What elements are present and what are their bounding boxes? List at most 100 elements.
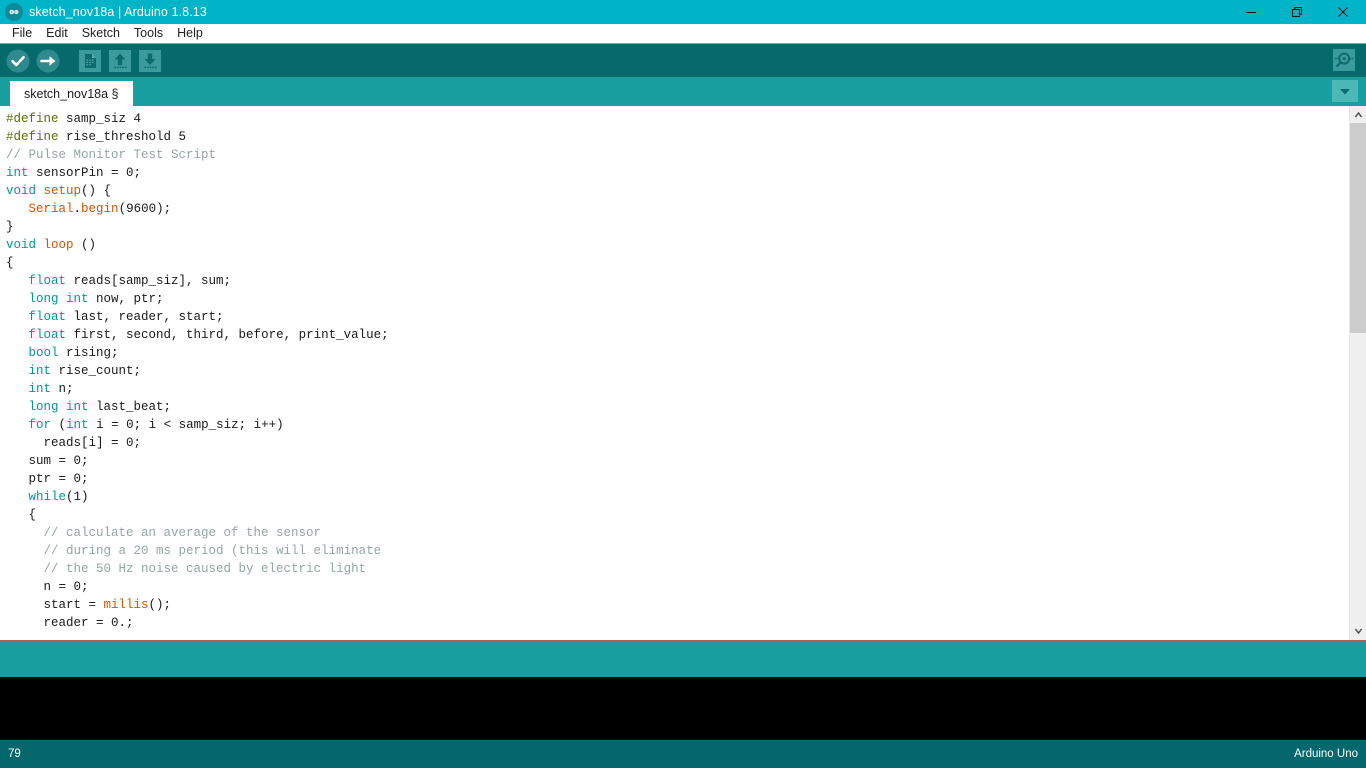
code-token: reads[samp_siz], sum; [66, 274, 232, 288]
code-line: int n; [6, 380, 1349, 398]
chevron-down-icon [1354, 628, 1362, 635]
minimize-icon [1246, 11, 1256, 14]
code-editor[interactable]: #define samp_siz 4 #define rise_threshold… [0, 106, 1349, 640]
code-line: float reads[samp_siz], sum; [6, 272, 1349, 290]
code-line: // during a 20 ms period (this will elim… [6, 542, 1349, 560]
code-line: // calculate an average of the sensor [6, 524, 1349, 542]
tab-sketch-nov18a[interactable]: sketch_nov18a § [10, 81, 133, 106]
code-token: samp_siz 4 [58, 112, 142, 126]
code-line: ptr = 0; [6, 470, 1349, 488]
code-line: // the 50 Hz noise caused by electric li… [6, 560, 1349, 578]
code-token: reads[i] = 0; [6, 436, 142, 450]
check-circle-icon [6, 49, 30, 72]
status-bar: 79 Arduino Uno [0, 740, 1366, 768]
menu-item-tools[interactable]: Tools [127, 24, 170, 43]
restore-icon [1291, 6, 1303, 18]
code-token: (9600); [118, 202, 172, 216]
code-token: // Pulse Monitor Test Script [6, 148, 217, 162]
code-line: sum = 0; [6, 452, 1349, 470]
scrollbar-track[interactable] [1350, 123, 1366, 623]
code-token: long int [28, 292, 89, 306]
menu-item-file[interactable]: File [5, 24, 39, 43]
scrollbar-thumb[interactable] [1350, 123, 1366, 333]
code-line: void loop () [6, 236, 1349, 254]
code-token: sum = 0; [6, 454, 89, 468]
arrow-down-save-icon [139, 49, 161, 72]
code-token: () [73, 238, 97, 252]
maximize-button[interactable] [1274, 0, 1320, 24]
code-content: #define samp_siz 4 #define rise_threshold… [6, 110, 1349, 632]
code-token: float [28, 274, 67, 288]
menu-bar: File Edit Sketch Tools Help [0, 24, 1366, 44]
code-token: int [28, 364, 52, 378]
menu-item-edit[interactable]: Edit [39, 24, 75, 43]
code-token: n = 0; [6, 580, 89, 594]
code-token: } [6, 220, 14, 234]
code-token: float [28, 310, 67, 324]
code-token: Serial [28, 202, 74, 216]
code-token: ptr = 0; [6, 472, 89, 486]
code-line: reader = 0.; [6, 614, 1349, 632]
code-line: #define rise_threshold 5 [6, 128, 1349, 146]
code-line: long int last_beat; [6, 398, 1349, 416]
verify-button[interactable] [4, 47, 32, 75]
code-token: (1) [66, 490, 89, 504]
code-line: #define samp_siz 4 [6, 110, 1349, 128]
code-token: i = 0; i < samp_siz; i++) [88, 418, 284, 432]
code-token: first, second, third, before, print_valu… [66, 328, 389, 342]
editor-vertical-scrollbar[interactable] [1349, 106, 1366, 640]
tab-label: sketch_nov18a § [24, 86, 119, 101]
new-file-icon [79, 49, 101, 72]
code-token: // during a 20 ms period (this will elim… [43, 544, 382, 558]
scroll-down-button[interactable] [1350, 623, 1366, 640]
code-token: millis [103, 598, 149, 612]
minimize-button[interactable] [1228, 0, 1274, 24]
console-output[interactable] [0, 677, 1366, 740]
new-sketch-button[interactable] [76, 47, 104, 75]
code-token: last_beat; [88, 400, 172, 414]
close-button[interactable] [1320, 0, 1366, 24]
code-line: float last, reader, start; [6, 308, 1349, 326]
tab-bar: sketch_nov18a § [0, 77, 1366, 106]
chevron-up-icon [1354, 111, 1362, 118]
code-token: float [28, 328, 67, 342]
editor-area: #define samp_siz 4 #define rise_threshold… [0, 106, 1366, 640]
code-token: { [6, 256, 14, 270]
toolbar [0, 44, 1366, 77]
code-line: Serial.begin(9600); [6, 200, 1349, 218]
code-line: bool rising; [6, 344, 1349, 362]
code-line: n = 0; [6, 578, 1349, 596]
menu-item-help[interactable]: Help [170, 24, 210, 43]
code-line: int rise_count; [6, 362, 1349, 380]
scroll-up-button[interactable] [1350, 106, 1366, 123]
code-token: void [6, 238, 37, 252]
code-line: int sensorPin = 0; [6, 164, 1349, 182]
code-token: void [6, 184, 37, 198]
arrow-up-folder-icon [109, 49, 131, 72]
serial-monitor-button[interactable] [1330, 46, 1358, 74]
code-token: rising; [58, 346, 119, 360]
arduino-ide-window: sketch_nov18a | Arduino 1.8.13 File Edit… [0, 0, 1366, 768]
code-token: int [28, 382, 52, 396]
code-token: . [73, 202, 82, 216]
menu-item-sketch[interactable]: Sketch [75, 24, 127, 43]
upload-button[interactable] [34, 47, 62, 75]
code-token: int [66, 418, 89, 432]
save-sketch-button[interactable] [136, 47, 164, 75]
code-token: #define [6, 130, 59, 144]
tab-menu-button[interactable] [1332, 80, 1358, 102]
code-token: { [6, 508, 37, 522]
open-sketch-button[interactable] [106, 47, 134, 75]
arduino-infinity-icon [5, 3, 23, 21]
code-token: last, reader, start; [66, 310, 224, 324]
code-line: long int now, ptr; [6, 290, 1349, 308]
